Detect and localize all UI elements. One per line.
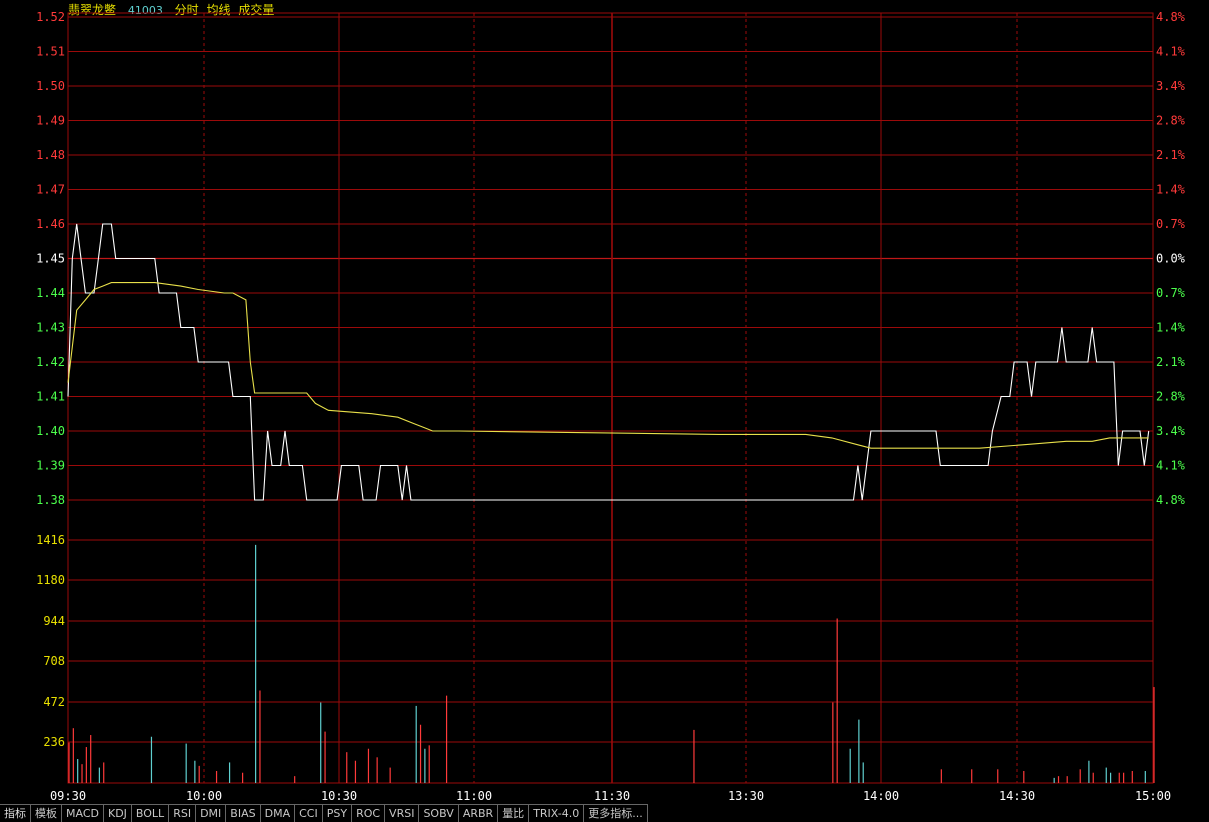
time-tick-label: 13:30	[728, 789, 764, 803]
tab-16[interactable]: TRIX-4.0	[529, 804, 585, 822]
tab-9[interactable]: CCI	[295, 804, 323, 822]
indicator-tab-bar: 指标 模板 MACD KDJ BOLL RSI DMI BIAS DMA CCI PSY ROC VRS…	[0, 804, 1209, 822]
price-tick-label: 1.44	[36, 286, 65, 300]
price-tick-label: 1.40	[36, 424, 65, 438]
tab-5[interactable]: RSI	[169, 804, 197, 822]
percent-tick-label: 0.7%	[1156, 217, 1186, 231]
price-tick-label: 1.39	[36, 459, 65, 473]
time-tick-label: 11:30	[594, 789, 630, 803]
tab-3[interactable]: KDJ	[103, 804, 132, 822]
tab-6[interactable]: DMI	[196, 804, 227, 822]
time-tick-label: 11:00	[456, 789, 492, 803]
tab-4[interactable]: BOLL	[131, 804, 170, 822]
price-tick-label: 1.48	[36, 148, 65, 162]
price-tick-label: 1.45	[36, 252, 65, 266]
tab-1[interactable]: 模板	[31, 804, 62, 822]
percent-tick-label: 4.1%	[1156, 459, 1186, 473]
time-tick-label: 14:00	[863, 789, 899, 803]
time-tick-label: 14:30	[999, 789, 1035, 803]
percent-tick-label: 2.8%	[1156, 114, 1186, 128]
time-tick-label: 09:30	[50, 789, 86, 803]
percent-tick-label: 2.8%	[1156, 390, 1186, 404]
price-tick-label: 1.50	[36, 79, 65, 93]
tab-13[interactable]: SOBV	[419, 804, 459, 822]
price-tick-label: 1.51	[36, 45, 65, 59]
price-tick-label: 1.38	[36, 493, 65, 507]
tab-7[interactable]: BIAS	[226, 804, 261, 822]
volume-tick-label: 1180	[36, 573, 65, 587]
percent-tick-label: 4.1%	[1156, 45, 1186, 59]
volume-tick-label: 472	[43, 695, 65, 709]
tab-14[interactable]: ARBR	[458, 804, 499, 822]
intraday-chart: 1.52 4.8% 1.51 4.1% 1.50 3.4% 1.49 2.8% 1.48 2.1%…	[36, 10, 1186, 803]
price-tick-label: 1.52	[36, 10, 65, 24]
tab-2[interactable]: MACD	[62, 804, 104, 822]
volume-tick-label: 1416	[36, 533, 65, 547]
percent-tick-label: 1.4%	[1156, 321, 1186, 335]
tab-17[interactable]: 更多指标...	[584, 804, 648, 822]
tab-15[interactable]: 量比	[498, 804, 530, 822]
price-tick-label: 1.41	[36, 390, 65, 404]
percent-tick-label: 3.4%	[1156, 424, 1186, 438]
tab-0[interactable]: 指标	[0, 804, 31, 822]
percent-tick-label: 0.7%	[1156, 286, 1186, 300]
price-tick-label: 1.49	[36, 114, 65, 128]
volume-tick-label: 708	[43, 654, 65, 668]
price-tick-label: 1.47	[36, 183, 65, 197]
percent-tick-label: 2.1%	[1156, 148, 1186, 162]
tab-8[interactable]: DMA	[260, 804, 296, 822]
price-tick-label: 1.43	[36, 321, 65, 335]
tab-12[interactable]: VRSI	[385, 804, 420, 822]
volume-tick-label: 236	[43, 735, 65, 749]
volume-tick-label: 944	[43, 614, 65, 628]
average-line	[67, 282, 1149, 449]
plot-frame	[67, 12, 1154, 784]
percent-tick-label: 4.8%	[1156, 10, 1186, 24]
time-tick-label: 15:00	[1135, 789, 1171, 803]
percent-tick-label: 2.1%	[1156, 355, 1186, 369]
percent-tick-label: 3.4%	[1156, 79, 1186, 93]
percent-tick-label: 0.0%	[1156, 252, 1186, 266]
percent-tick-label: 4.8%	[1156, 493, 1186, 507]
price-tick-label: 1.46	[36, 217, 65, 231]
price-tick-label: 1.42	[36, 355, 65, 369]
tab-10[interactable]: PSY	[322, 804, 353, 822]
tab-11[interactable]: ROC	[352, 804, 386, 822]
time-tick-label: 10:30	[321, 789, 357, 803]
time-tick-label: 10:00	[186, 789, 222, 803]
percent-tick-label: 1.4%	[1156, 183, 1186, 197]
